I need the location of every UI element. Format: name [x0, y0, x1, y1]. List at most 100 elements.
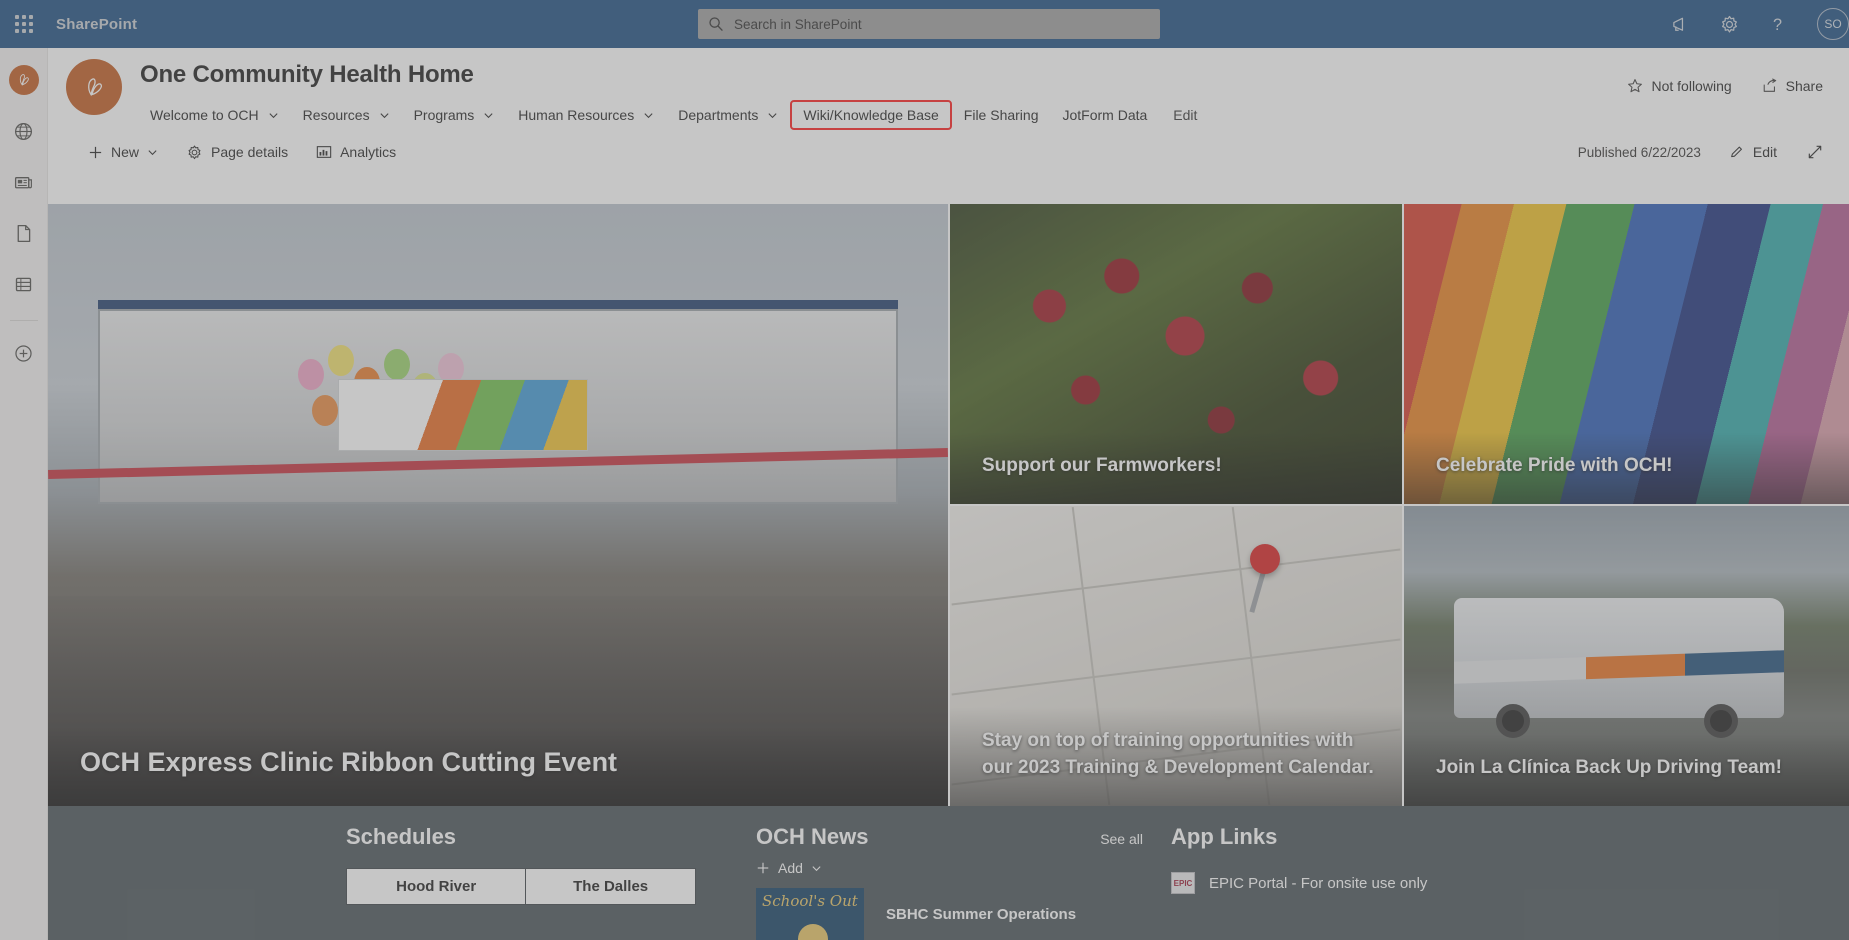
- list-icon: [15, 277, 32, 291]
- sidebar-item-site-home[interactable]: [6, 62, 42, 98]
- nav-label: File Sharing: [963, 107, 1039, 123]
- news-web-part: OCH News See all Add School's Out SBHC S…: [756, 824, 1171, 940]
- analytics-chart-icon: [316, 144, 332, 160]
- epic-icon: EPIC: [1171, 872, 1195, 894]
- left-rail: [0, 48, 48, 940]
- nav-item-departments[interactable]: Departments: [666, 101, 790, 129]
- page-details-label: Page details: [211, 144, 289, 160]
- nav-label: Human Resources: [518, 107, 635, 123]
- site-header: One Community Health Home Welcome to OCH…: [48, 48, 1849, 130]
- suite-bar-actions: ? SO: [1657, 0, 1849, 48]
- nav-edit-button[interactable]: Edit: [1159, 101, 1211, 129]
- follow-button[interactable]: Not following: [1617, 72, 1741, 100]
- schedules-title: Schedules: [346, 824, 457, 849]
- page-icon: [17, 224, 31, 242]
- nav-item-file-sharing[interactable]: File Sharing: [952, 101, 1051, 129]
- sidebar-item-create[interactable]: [6, 335, 42, 371]
- nav-label: Welcome to OCH: [150, 107, 259, 123]
- page-details-button[interactable]: Page details: [174, 137, 300, 168]
- gear-icon: [186, 144, 203, 161]
- hero-tile-caption: Stay on top of training opportunities wi…: [950, 706, 1402, 806]
- news-thumbnail: School's Out: [756, 888, 864, 940]
- nav-label: Wiki/Knowledge Base: [803, 107, 939, 123]
- hero-tile-training-calendar[interactable]: Stay on top of training opportunities wi…: [950, 506, 1402, 806]
- globe-icon: [14, 122, 33, 140]
- ribbon-cutting-photo: [48, 204, 948, 806]
- app-link-label[interactable]: EPIC Portal - For onsite use only: [1209, 875, 1427, 892]
- help-question-icon[interactable]: ?: [1753, 0, 1801, 48]
- settings-gear-icon[interactable]: [1705, 0, 1753, 48]
- news-icon: [14, 176, 32, 188]
- sidebar-item-news[interactable]: [6, 164, 42, 200]
- suite-bar: SharePoint Search in SharePoint ? SO: [0, 0, 1849, 48]
- nav-item-human-resources[interactable]: Human Resources: [506, 101, 666, 129]
- site-logo[interactable]: [66, 59, 122, 115]
- new-label: New: [111, 144, 140, 160]
- table-column-hood-river[interactable]: Hood River: [345, 868, 527, 905]
- hero-web-part: OCH Express Clinic Ribbon Cutting Event …: [48, 204, 1849, 806]
- plus-icon: [88, 145, 103, 160]
- share-label: Share: [1785, 78, 1823, 94]
- share-button[interactable]: Share: [1752, 72, 1833, 100]
- schedules-table: Hood River The Dalles: [345, 868, 696, 905]
- nav-item-resources[interactable]: Resources: [291, 101, 402, 129]
- nav-item-welcome-to-och[interactable]: Welcome to OCH: [138, 101, 291, 129]
- rail-divider: [9, 320, 38, 321]
- news-see-all-link[interactable]: See all: [1100, 831, 1143, 847]
- full-screen-button[interactable]: [1795, 137, 1835, 167]
- och-logo-icon: [8, 65, 39, 95]
- nav-item-jotform-data[interactable]: JotForm Data: [1050, 101, 1159, 129]
- list-item[interactable]: School's Out SBHC Summer Operations: [756, 888, 1171, 940]
- news-thumbnail-text: School's Out: [762, 892, 858, 910]
- news-add-button[interactable]: Add: [756, 860, 1171, 876]
- chevron-down-icon: [811, 863, 822, 874]
- feedback-megaphone-icon[interactable]: [1657, 0, 1705, 48]
- star-icon: [1627, 78, 1643, 94]
- nav-item-wiki-knowledge-base[interactable]: Wiki/Knowledge Base: [790, 100, 952, 130]
- sidebar-item-pages[interactable]: [6, 215, 42, 251]
- hero-tile-pride[interactable]: Celebrate Pride with OCH!: [1404, 204, 1849, 504]
- sidebar-item-lists[interactable]: [6, 266, 42, 302]
- search-placeholder: Search in SharePoint: [734, 16, 862, 32]
- hero-tile-caption: Celebrate Pride with OCH!: [1404, 432, 1849, 504]
- app-launcher-button[interactable]: [0, 0, 48, 48]
- chevron-down-icon: [379, 110, 390, 121]
- pencil-icon: [1729, 144, 1745, 160]
- page-lower-section: Schedules Hood River The Dalles OCH News…: [48, 806, 1849, 940]
- expand-arrows-icon: [1807, 144, 1823, 160]
- hero-tile-caption: Join La Clínica Back Up Driving Team!: [1404, 734, 1849, 806]
- hero-tile-farmworkers[interactable]: Support our Farmworkers!: [950, 204, 1402, 504]
- nav-label: JotForm Data: [1062, 107, 1148, 123]
- add-icon: [15, 344, 32, 362]
- chevron-down-icon: [643, 110, 654, 121]
- search-container: Search in SharePoint: [698, 9, 1160, 39]
- site-navigation: Welcome to OCH Resources Programs Human …: [138, 100, 1211, 130]
- search-icon: [708, 16, 724, 32]
- table-header-row: Hood River The Dalles: [345, 868, 696, 905]
- command-bar: New Page details Analytics Published 6/2…: [48, 130, 1849, 174]
- news-item-title[interactable]: SBHC Summer Operations: [886, 906, 1076, 923]
- nav-item-programs[interactable]: Programs: [402, 101, 507, 129]
- nav-label: Resources: [302, 107, 370, 123]
- table-column-the-dalles[interactable]: The Dalles: [525, 868, 696, 905]
- list-item[interactable]: EPIC EPIC Portal - For onsite use only: [1171, 872, 1849, 894]
- search-input[interactable]: Search in SharePoint: [698, 9, 1160, 39]
- site-title[interactable]: One Community Health Home: [140, 61, 474, 89]
- hero-tile-la-clinica-driving[interactable]: Join La Clínica Back Up Driving Team!: [1404, 506, 1849, 806]
- chevron-down-icon: [483, 110, 494, 121]
- edit-page-button[interactable]: Edit: [1717, 137, 1789, 167]
- analytics-button[interactable]: Analytics: [304, 137, 408, 167]
- new-button[interactable]: New: [76, 137, 170, 167]
- chevron-down-icon: [767, 110, 778, 121]
- avatar-initials: SO: [1817, 8, 1849, 40]
- published-status: Published 6/22/2023: [1577, 144, 1701, 160]
- suite-brand-link[interactable]: SharePoint: [56, 16, 137, 33]
- hero-tile-ribbon-cutting[interactable]: OCH Express Clinic Ribbon Cutting Event: [48, 204, 948, 806]
- hero-tile-caption: Support our Farmworkers!: [950, 432, 1402, 504]
- edit-label: Edit: [1752, 144, 1777, 160]
- sidebar-item-globe[interactable]: [6, 113, 42, 149]
- user-avatar[interactable]: SO: [1801, 0, 1849, 48]
- command-bar-right: Published 6/22/2023 Edit: [1578, 137, 1835, 167]
- svg-text:?: ?: [1772, 16, 1781, 34]
- site-header-actions: Not following Share: [1617, 72, 1833, 100]
